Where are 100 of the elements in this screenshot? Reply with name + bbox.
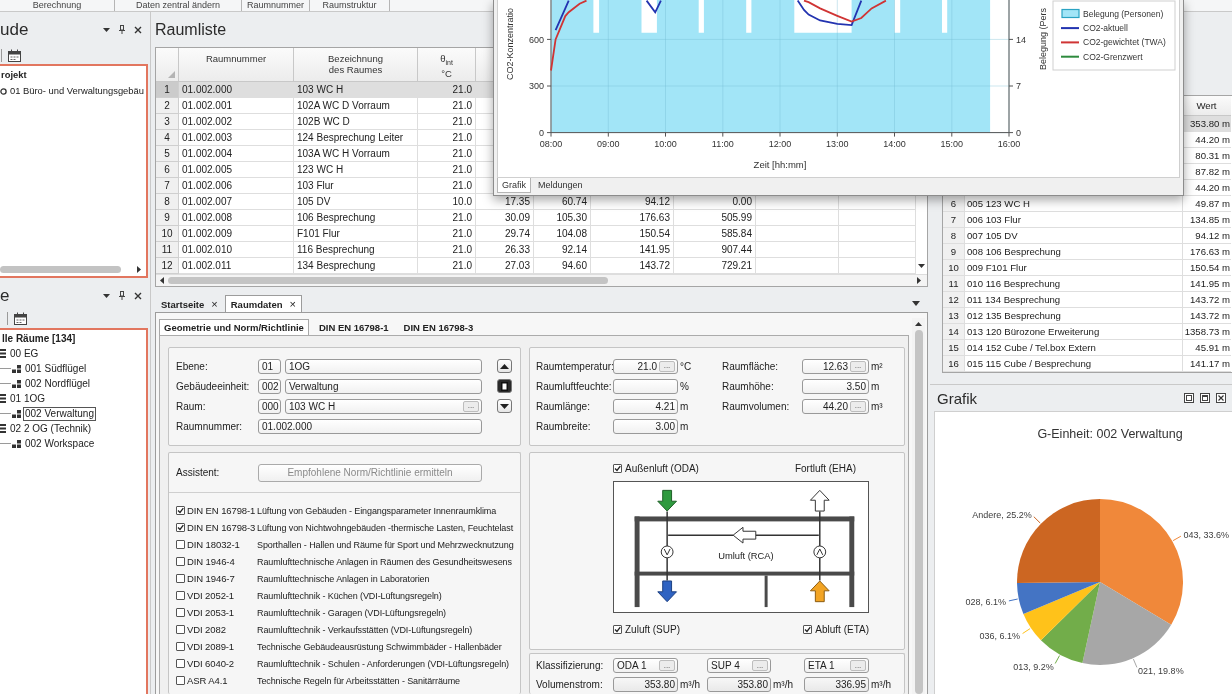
close-icon[interactable] [1216, 393, 1226, 403]
browse-button[interactable]: ... [463, 400, 479, 412]
row-number[interactable]: 11 [156, 242, 179, 258]
tree-item[interactable]: 02 2 OG (Technik) [8, 421, 94, 436]
checkbox[interactable] [176, 506, 185, 515]
row-number[interactable]: 4 [156, 130, 179, 146]
row-number[interactable]: 6 [943, 196, 965, 212]
browse-button[interactable]: ... [850, 660, 866, 671]
arrow-down-icon[interactable] [918, 264, 925, 268]
row-number[interactable]: 7 [156, 178, 179, 194]
number-field[interactable]: 3.00 [613, 418, 678, 434]
row-number[interactable]: 3 [156, 114, 179, 130]
tree-item[interactable]: 00 EG [8, 346, 41, 361]
row-number[interactable]: 11 [943, 276, 965, 292]
caret-icon[interactable] [912, 301, 920, 306]
column-header[interactable]: Wert [1183, 96, 1231, 116]
close-button[interactable]: × [211, 299, 218, 309]
tab[interactable]: Meldungen [533, 178, 588, 193]
checkbox[interactable] [176, 574, 185, 583]
row-number[interactable]: 10 [156, 226, 179, 242]
code-field[interactable]: 002 [258, 378, 281, 394]
number-field[interactable]: 4.21 [613, 398, 678, 414]
browse-button[interactable]: ... [850, 400, 866, 412]
close-button[interactable]: × [289, 299, 296, 309]
document-tab[interactable]: Startseite × [155, 295, 224, 312]
row-number[interactable]: 12 [943, 292, 965, 308]
checkbox[interactable] [613, 624, 622, 634]
browse-button[interactable]: ... [659, 360, 675, 372]
browse-button[interactable]: ... [752, 660, 768, 671]
checkbox[interactable] [176, 540, 185, 549]
column-header[interactable]: θ$_{int}$ °C [418, 48, 476, 82]
tree-item[interactable]: lle Räume [134] [0, 331, 78, 346]
checkbox[interactable] [176, 608, 185, 617]
number-field[interactable]: 336.95 [804, 677, 869, 692]
column-header[interactable]: Raumnummer [179, 48, 294, 82]
class-field[interactable]: SUP 4 ... [707, 658, 771, 673]
row-number[interactable]: 15 [943, 340, 965, 356]
arrow-right-icon[interactable] [137, 266, 141, 273]
close-icon[interactable] [134, 291, 142, 300]
tab[interactable]: DIN EN 16798-1 [313, 319, 394, 335]
tab[interactable]: Grafik [497, 178, 531, 193]
tree-item[interactable]: 001 Südflügel [23, 361, 89, 376]
page-button[interactable] [497, 379, 512, 393]
next-button[interactable] [497, 399, 512, 413]
tree-item[interactable]: 01 1OG [8, 391, 48, 406]
pin-icon[interactable] [119, 25, 125, 34]
checkbox[interactable] [803, 624, 813, 634]
browse-button[interactable]: ... [850, 360, 866, 372]
number-field[interactable]: 353.80 [707, 677, 771, 692]
tab[interactable]: DIN EN 16798-3 [398, 319, 479, 335]
row-number[interactable]: 9 [943, 244, 965, 260]
row-number[interactable]: 8 [943, 228, 965, 244]
class-field[interactable]: ETA 1 ... [804, 658, 869, 673]
number-field[interactable]: 3.50 [802, 378, 869, 394]
number-field[interactable]: 12.63 ... [802, 358, 869, 374]
caret-icon[interactable] [103, 27, 110, 32]
toolbar-button[interactable]: Raumnummer [242, 0, 310, 11]
pin-icon[interactable] [119, 291, 125, 300]
row-number[interactable]: 2 [156, 98, 179, 114]
column-header[interactable]: Bezeichnung des Raumes [294, 48, 418, 82]
close-icon[interactable] [134, 25, 142, 34]
text-field[interactable]: 1OG [285, 358, 482, 374]
text-field[interactable]: 103 WC H ... [285, 398, 482, 414]
caret-icon[interactable] [103, 293, 110, 298]
number-field[interactable]: 44.20 ... [802, 398, 869, 414]
checkbox[interactable] [176, 523, 185, 532]
row-number[interactable]: 6 [156, 162, 179, 178]
checkbox[interactable] [176, 659, 185, 668]
number-field[interactable]: 21.0 ... [613, 358, 678, 374]
checkbox[interactable] [176, 676, 185, 685]
row-number[interactable]: 5 [156, 146, 179, 162]
row-number[interactable]: 16 [943, 356, 965, 372]
text-field[interactable]: Verwaltung [285, 378, 482, 394]
number-field[interactable]: 353.80 [613, 677, 678, 692]
browse-button[interactable]: ... [659, 660, 675, 671]
row-number[interactable]: 7 [943, 212, 965, 228]
tree-item[interactable]: 01 Büro- und Verwaltungsgebäu [9, 84, 145, 98]
toolbar-button[interactable]: Raumstruktur [310, 0, 390, 11]
checkbox[interactable] [176, 642, 185, 651]
row-number[interactable]: 12 [156, 258, 179, 274]
text-field[interactable]: 01.002.000 [258, 418, 482, 434]
arrow-up-icon[interactable] [915, 322, 922, 326]
checkbox[interactable] [176, 557, 185, 566]
row-number[interactable]: 13 [943, 308, 965, 324]
checkbox[interactable] [613, 463, 622, 473]
checkbox[interactable] [176, 591, 185, 600]
row-number[interactable]: 14 [943, 324, 965, 340]
tree-item[interactable]: 002 Nordflügel [23, 376, 93, 391]
previous-button[interactable] [497, 359, 512, 373]
row-number[interactable]: 8 [156, 194, 179, 210]
row-number[interactable]: 9 [156, 210, 179, 226]
number-field[interactable] [613, 378, 678, 394]
row-number[interactable]: 10 [943, 260, 965, 276]
code-field[interactable]: 01 [258, 358, 281, 374]
class-field[interactable]: ODA 1 ... [613, 658, 678, 673]
tree-item[interactable]: 002 Workspace [23, 436, 97, 451]
tree-item[interactable]: rojekt [0, 68, 28, 82]
vertical-scrollbar[interactable] [912, 318, 925, 694]
toolbar-button[interactable]: Berechnung [0, 0, 115, 11]
horizontal-scrollbar[interactable] [156, 274, 927, 286]
